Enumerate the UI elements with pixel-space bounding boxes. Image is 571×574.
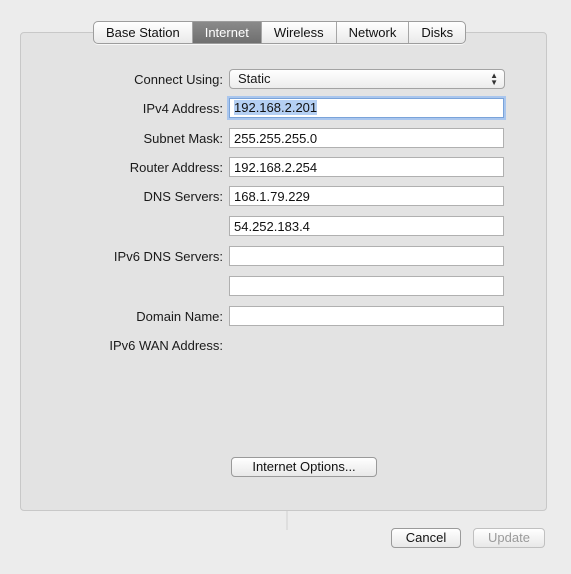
tab-wireless[interactable]: Wireless (262, 22, 337, 43)
ipv4-address-label: IPv4 Address: (142, 101, 223, 116)
internet-options-button[interactable]: Internet Options... (231, 457, 377, 477)
connect-using-popup[interactable]: Static ▲ ▼ (229, 69, 505, 89)
domain-name-label: Domain Name: (136, 309, 223, 324)
ipv4-address-field[interactable]: 192.168.2.201 (229, 98, 504, 118)
subnet-mask-field[interactable] (229, 128, 504, 148)
ipv6-dns-server-1-field[interactable] (229, 246, 504, 266)
tab-base-station[interactable]: Base Station (94, 22, 193, 43)
dns-server-2-field[interactable] (229, 216, 504, 236)
connect-using-value: Static (238, 71, 271, 86)
ipv6-wan-address-label: IPv6 WAN Address: (109, 338, 223, 353)
ipv6-dns-servers-label: IPv6 DNS Servers: (113, 249, 223, 264)
connect-using-label: Connect Using: (134, 72, 223, 87)
dns-servers-label: DNS Servers: (143, 189, 223, 204)
tab-internet[interactable]: Internet (192, 22, 262, 43)
dns-server-1-field[interactable] (229, 186, 504, 206)
domain-name-field[interactable] (229, 306, 504, 326)
tab-bar: Base Station Internet Wireless Network D… (93, 21, 467, 44)
tab-disks[interactable]: Disks (409, 22, 465, 43)
router-address-field[interactable] (229, 157, 504, 177)
tab-network[interactable]: Network (337, 22, 410, 43)
cancel-button[interactable]: Cancel (391, 528, 461, 548)
subnet-mask-label: Subnet Mask: (143, 131, 224, 146)
update-button[interactable]: Update (473, 528, 545, 548)
ipv6-dns-server-2-field[interactable] (229, 276, 504, 296)
ipv4-address-value: 192.168.2.201 (234, 100, 318, 115)
router-address-label: Router Address: (129, 160, 223, 175)
popup-arrows-icon: ▲ ▼ (490, 71, 498, 87)
